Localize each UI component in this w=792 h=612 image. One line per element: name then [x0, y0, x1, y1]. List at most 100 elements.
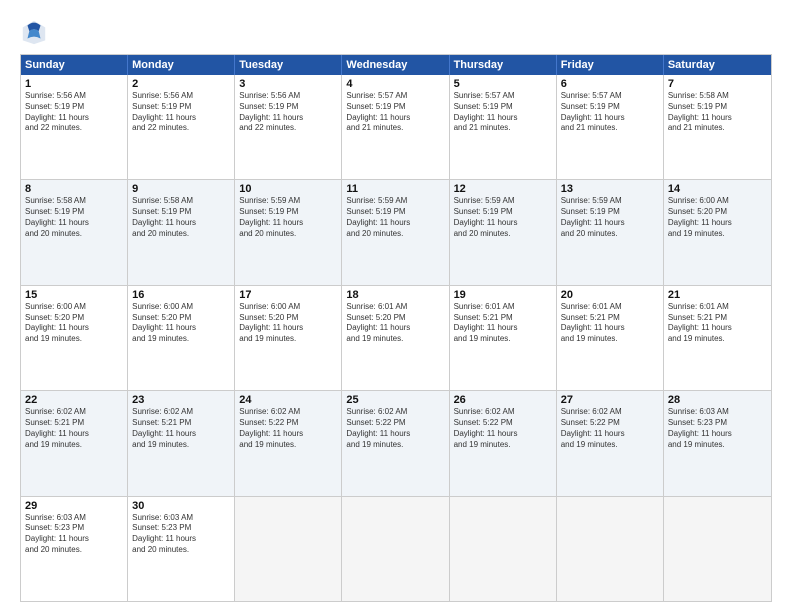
calendar-cell: 9Sunrise: 5:58 AMSunset: 5:19 PMDaylight… — [128, 180, 235, 284]
calendar-cell: 18Sunrise: 6:01 AMSunset: 5:20 PMDayligh… — [342, 286, 449, 390]
cell-line: Sunset: 5:19 PM — [561, 102, 659, 113]
day-number: 8 — [25, 183, 123, 195]
cell-line: and 21 minutes. — [346, 123, 444, 134]
cell-line: Daylight: 11 hours — [132, 429, 230, 440]
day-number: 16 — [132, 289, 230, 301]
calendar-row: 8Sunrise: 5:58 AMSunset: 5:19 PMDaylight… — [21, 179, 771, 284]
cell-line: Sunrise: 5:58 AM — [668, 91, 767, 102]
cell-line: Sunrise: 5:57 AM — [561, 91, 659, 102]
cell-line: Sunset: 5:22 PM — [346, 418, 444, 429]
cell-line: Sunset: 5:19 PM — [239, 207, 337, 218]
cell-line: Daylight: 11 hours — [239, 429, 337, 440]
cell-line: and 19 minutes. — [25, 334, 123, 345]
cell-line: Sunrise: 6:00 AM — [25, 302, 123, 313]
cell-line: Daylight: 11 hours — [25, 323, 123, 334]
cell-line: Daylight: 11 hours — [561, 218, 659, 229]
calendar-header: SundayMondayTuesdayWednesdayThursdayFrid… — [21, 55, 771, 75]
cell-line: Sunrise: 6:03 AM — [668, 407, 767, 418]
day-number: 23 — [132, 394, 230, 406]
day-number: 25 — [346, 394, 444, 406]
calendar-cell: 24Sunrise: 6:02 AMSunset: 5:22 PMDayligh… — [235, 391, 342, 495]
cell-line: and 19 minutes. — [132, 334, 230, 345]
calendar-cell: 26Sunrise: 6:02 AMSunset: 5:22 PMDayligh… — [450, 391, 557, 495]
day-number: 14 — [668, 183, 767, 195]
cell-line: Sunset: 5:22 PM — [561, 418, 659, 429]
cell-line: Daylight: 11 hours — [668, 429, 767, 440]
calendar-row: 22Sunrise: 6:02 AMSunset: 5:21 PMDayligh… — [21, 390, 771, 495]
cell-line: Sunset: 5:23 PM — [132, 523, 230, 534]
day-number: 9 — [132, 183, 230, 195]
cell-line: and 19 minutes. — [668, 440, 767, 451]
cell-line: Daylight: 11 hours — [25, 218, 123, 229]
cell-line: and 19 minutes. — [668, 334, 767, 345]
day-number: 6 — [561, 78, 659, 90]
day-number: 27 — [561, 394, 659, 406]
cell-line: Daylight: 11 hours — [25, 429, 123, 440]
cell-line: Sunrise: 6:00 AM — [668, 196, 767, 207]
day-number: 10 — [239, 183, 337, 195]
cell-line: and 22 minutes. — [132, 123, 230, 134]
cell-line: and 19 minutes. — [239, 440, 337, 451]
day-number: 29 — [25, 500, 123, 512]
day-number: 26 — [454, 394, 552, 406]
day-number: 28 — [668, 394, 767, 406]
day-number: 24 — [239, 394, 337, 406]
calendar-row: 1Sunrise: 5:56 AMSunset: 5:19 PMDaylight… — [21, 75, 771, 179]
cell-line: Daylight: 11 hours — [239, 113, 337, 124]
cell-line: Sunset: 5:23 PM — [668, 418, 767, 429]
calendar-cell: 6Sunrise: 5:57 AMSunset: 5:19 PMDaylight… — [557, 75, 664, 179]
cell-line: Sunset: 5:22 PM — [239, 418, 337, 429]
cell-line: Sunrise: 6:02 AM — [25, 407, 123, 418]
cell-line: and 20 minutes. — [132, 545, 230, 556]
calendar-header-cell: Monday — [128, 55, 235, 75]
calendar-cell: 20Sunrise: 6:01 AMSunset: 5:21 PMDayligh… — [557, 286, 664, 390]
cell-line: and 19 minutes. — [454, 440, 552, 451]
cell-line: Sunset: 5:23 PM — [25, 523, 123, 534]
cell-line: and 19 minutes. — [346, 334, 444, 345]
day-number: 4 — [346, 78, 444, 90]
calendar-cell: 27Sunrise: 6:02 AMSunset: 5:22 PMDayligh… — [557, 391, 664, 495]
calendar-cell: 5Sunrise: 5:57 AMSunset: 5:19 PMDaylight… — [450, 75, 557, 179]
calendar-cell: 14Sunrise: 6:00 AMSunset: 5:20 PMDayligh… — [664, 180, 771, 284]
day-number: 18 — [346, 289, 444, 301]
calendar-cell: 21Sunrise: 6:01 AMSunset: 5:21 PMDayligh… — [664, 286, 771, 390]
cell-line: Sunset: 5:21 PM — [454, 313, 552, 324]
cell-line: Sunrise: 6:02 AM — [132, 407, 230, 418]
day-number: 30 — [132, 500, 230, 512]
cell-line: and 20 minutes. — [454, 229, 552, 240]
cell-line: Sunrise: 5:58 AM — [132, 196, 230, 207]
calendar-cell — [450, 497, 557, 601]
calendar-cell: 23Sunrise: 6:02 AMSunset: 5:21 PMDayligh… — [128, 391, 235, 495]
calendar-cell: 1Sunrise: 5:56 AMSunset: 5:19 PMDaylight… — [21, 75, 128, 179]
calendar-cell: 19Sunrise: 6:01 AMSunset: 5:21 PMDayligh… — [450, 286, 557, 390]
day-number: 15 — [25, 289, 123, 301]
cell-line: and 20 minutes. — [25, 545, 123, 556]
cell-line: Daylight: 11 hours — [239, 218, 337, 229]
day-number: 20 — [561, 289, 659, 301]
cell-line: Sunset: 5:19 PM — [454, 102, 552, 113]
calendar-cell: 25Sunrise: 6:02 AMSunset: 5:22 PMDayligh… — [342, 391, 449, 495]
cell-line: Sunset: 5:19 PM — [346, 207, 444, 218]
day-number: 2 — [132, 78, 230, 90]
day-number: 21 — [668, 289, 767, 301]
cell-line: Sunrise: 6:01 AM — [346, 302, 444, 313]
cell-line: Sunrise: 5:57 AM — [454, 91, 552, 102]
calendar-header-cell: Thursday — [450, 55, 557, 75]
cell-line: and 19 minutes. — [132, 440, 230, 451]
cell-line: Daylight: 11 hours — [561, 429, 659, 440]
day-number: 19 — [454, 289, 552, 301]
day-number: 7 — [668, 78, 767, 90]
calendar-cell: 3Sunrise: 5:56 AMSunset: 5:19 PMDaylight… — [235, 75, 342, 179]
cell-line: Sunset: 5:20 PM — [132, 313, 230, 324]
cell-line: Sunrise: 6:02 AM — [346, 407, 444, 418]
calendar-cell — [664, 497, 771, 601]
cell-line: and 19 minutes. — [239, 334, 337, 345]
day-number: 11 — [346, 183, 444, 195]
cell-line: Sunrise: 6:01 AM — [454, 302, 552, 313]
cell-line: Sunset: 5:21 PM — [25, 418, 123, 429]
calendar: SundayMondayTuesdayWednesdayThursdayFrid… — [20, 54, 772, 602]
cell-line: Sunset: 5:19 PM — [668, 102, 767, 113]
cell-line: Sunrise: 5:56 AM — [25, 91, 123, 102]
cell-line: Daylight: 11 hours — [346, 113, 444, 124]
cell-line: Sunrise: 6:00 AM — [239, 302, 337, 313]
